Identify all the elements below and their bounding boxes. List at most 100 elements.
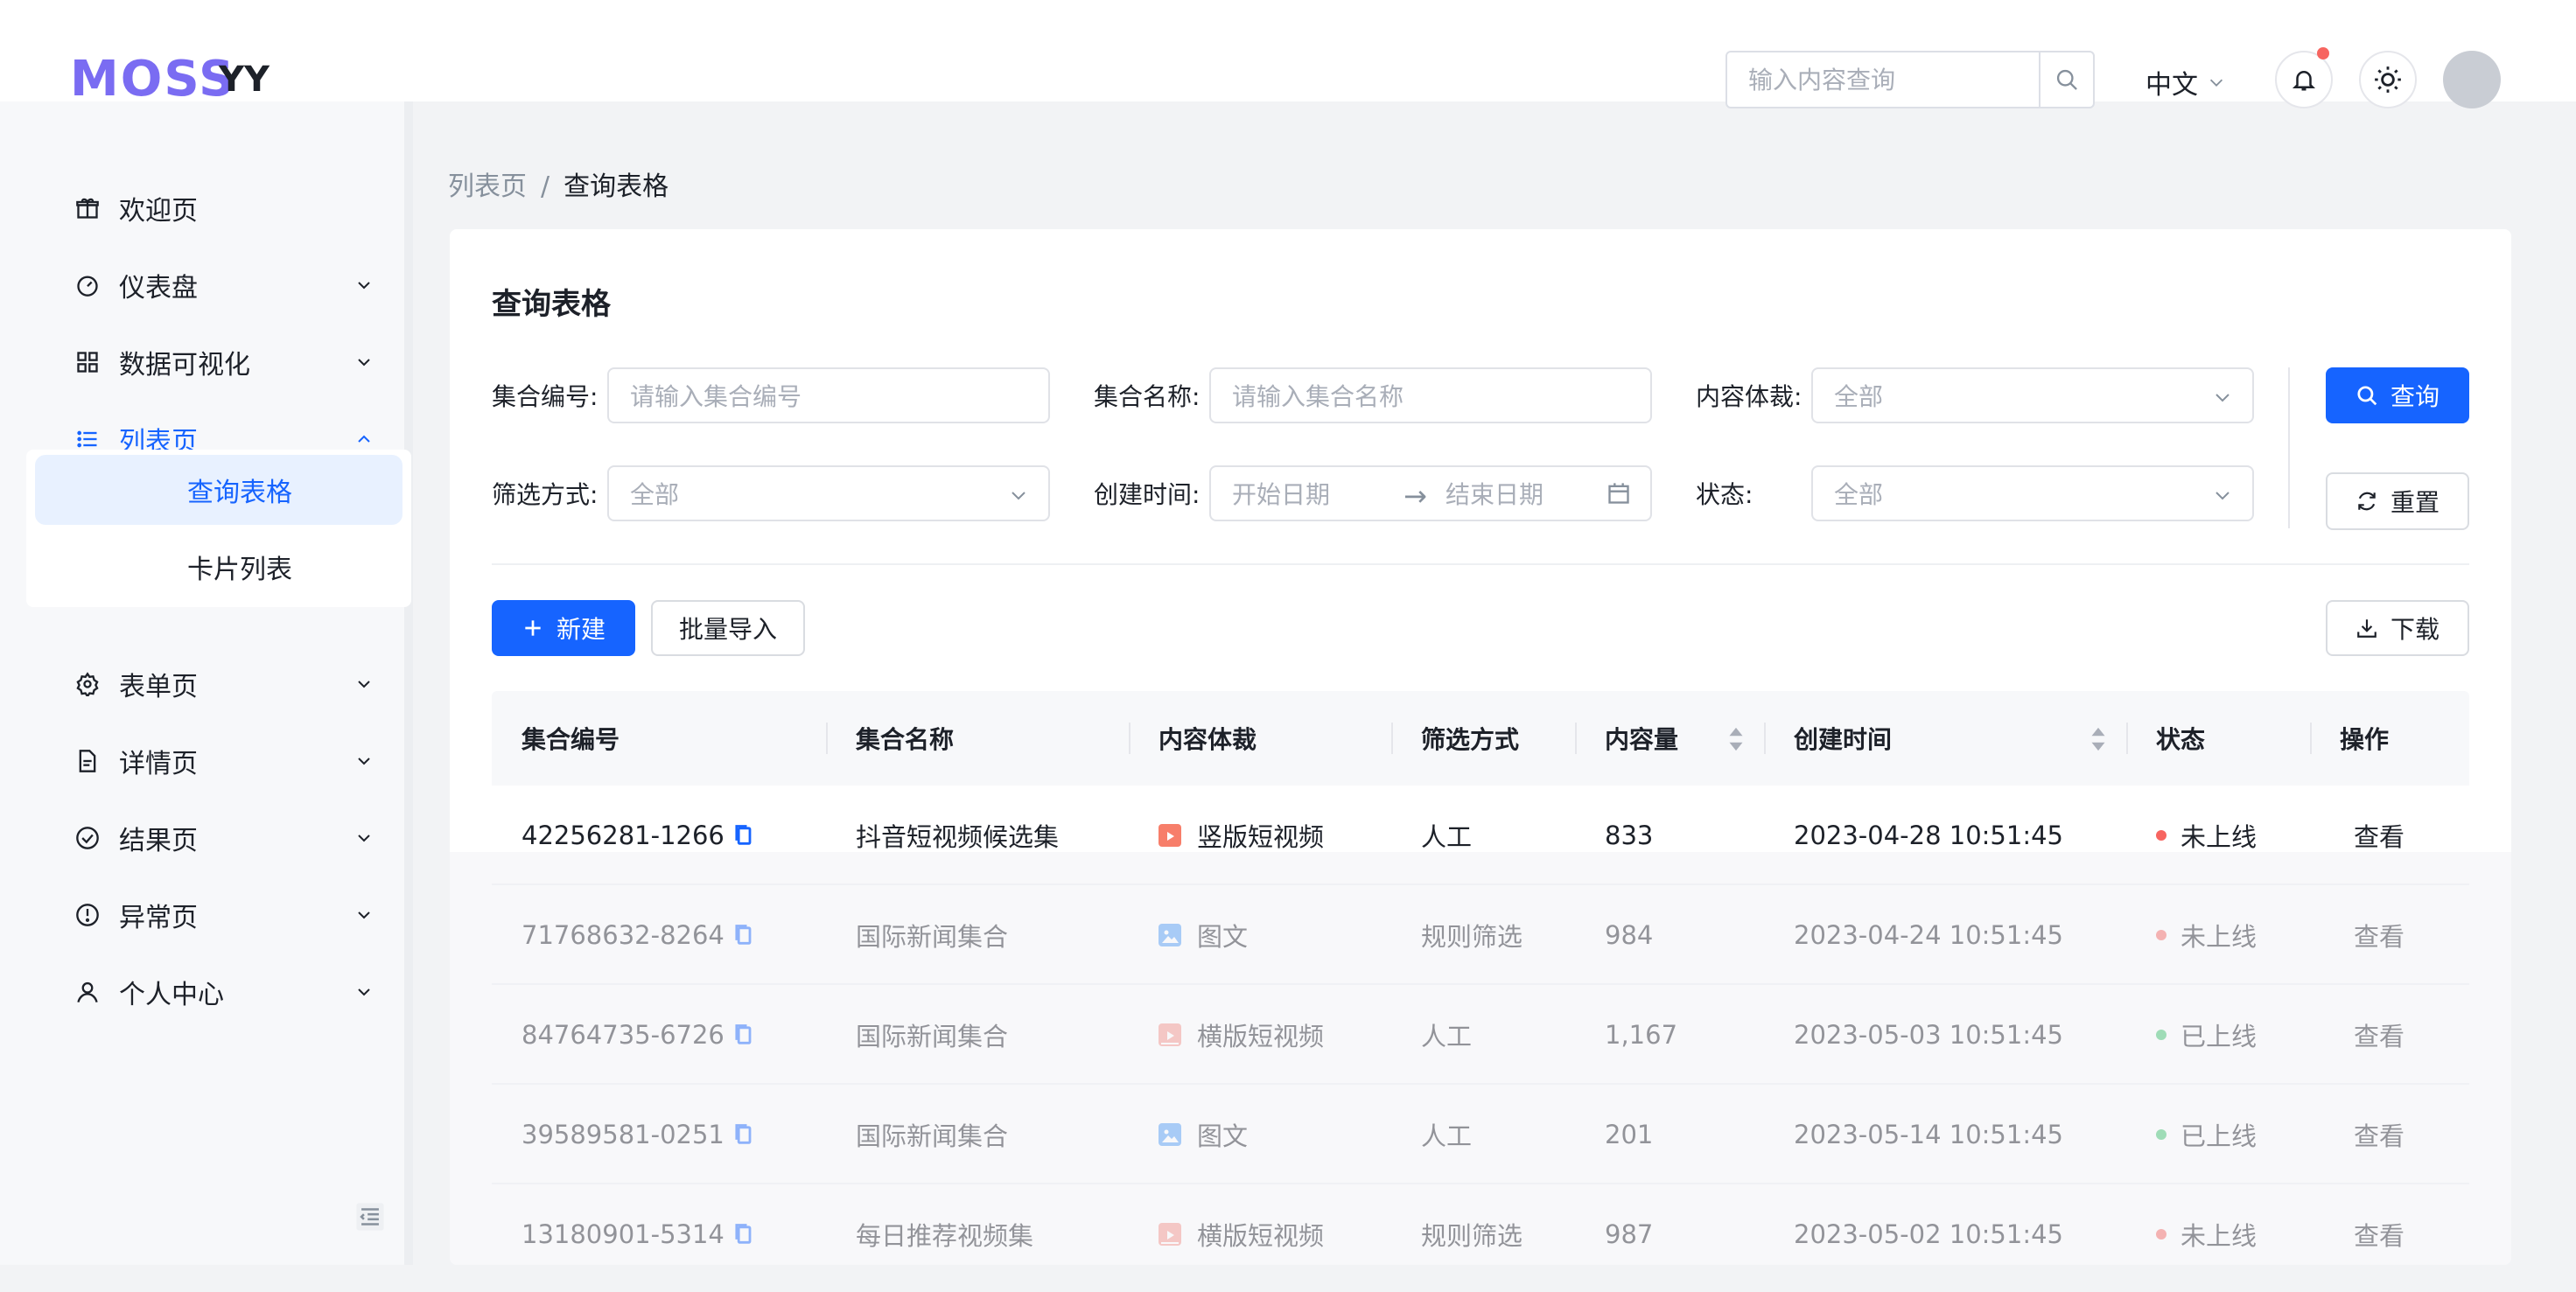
logo[interactable]: MOSS <box>70 51 235 108</box>
download-button-label: 下载 <box>2390 615 2440 644</box>
sidebar-item-visualization[interactable]: 数据可视化 <box>0 327 404 397</box>
cell-name: 国际新闻集合 <box>856 922 1009 952</box>
filter-id-input[interactable]: 请输入集合编号 <box>607 367 1050 423</box>
language-select[interactable]: 中文 <box>2146 63 2226 101</box>
plus-icon <box>525 620 541 636</box>
view-link[interactable]: 查看 <box>2354 786 2404 885</box>
cell-id: 84764735-6726 <box>522 985 754 1085</box>
sidebar-collapse-button[interactable] <box>355 1202 385 1235</box>
copy-icon[interactable] <box>733 1122 754 1147</box>
sidebar-item-detail[interactable]: 详情页 <box>0 726 404 796</box>
column-header-time[interactable]: 创建时间 <box>1794 691 1892 786</box>
section-divider <box>492 563 2469 565</box>
copy-icon[interactable] <box>733 1222 754 1247</box>
filter-status-select[interactable]: 全部 <box>1811 465 2254 521</box>
status-text: 未上线 <box>2180 822 2258 852</box>
global-search-button[interactable] <box>2039 52 2093 107</box>
cell-time: 2023-04-28 10:51:45 <box>1794 821 2063 850</box>
column-separator <box>2126 723 2128 754</box>
new-button[interactable]: 新建 <box>492 600 635 656</box>
sidebar-subitem-query-table[interactable]: 查询表格 <box>35 455 402 525</box>
cell-type: 图文 <box>1158 1085 1248 1184</box>
column-header-method: 筛选方式 <box>1421 725 1520 754</box>
dashboard-icon <box>77 276 98 297</box>
sidebar-item-user-center[interactable]: 个人中心 <box>0 957 404 1027</box>
new-button-label: 新建 <box>556 616 606 643</box>
breadcrumb: 列表页 / 查询表格 <box>448 164 668 203</box>
filter-date-range[interactable]: 开始日期 → 结束日期 <box>1209 465 1652 521</box>
cell-count: 833 <box>1605 821 1654 850</box>
cell-time: 2023-05-03 10:51:45 <box>1794 1020 2063 1050</box>
sort-icon[interactable] <box>2090 726 2107 752</box>
query-button[interactable]: 查询 <box>2326 367 2469 423</box>
exclamation-circle-icon <box>76 904 99 926</box>
filter-name-input[interactable]: 请输入集合名称 <box>1209 367 1652 423</box>
sun-icon <box>2375 66 2401 93</box>
notification-button[interactable] <box>2275 47 2333 108</box>
chevron-down-icon <box>358 681 370 688</box>
sidebar-item-welcome[interactable]: 欢迎页 <box>0 173 404 243</box>
sidebar-item-label: 表单页 <box>119 672 198 702</box>
copy-icon[interactable] <box>733 1023 754 1047</box>
cell-time: 2023-04-24 10:51:45 <box>1794 920 2063 950</box>
theme-toggle-button[interactable] <box>2359 51 2417 108</box>
sidebar-item-exception[interactable]: 异常页 <box>0 880 404 950</box>
chevron-down-icon <box>358 758 370 765</box>
end-date-input[interactable]: 结束日期 <box>1446 476 1544 511</box>
start-date-input[interactable]: 开始日期 <box>1232 476 1330 511</box>
language-label: 中文 <box>2146 70 2198 101</box>
reset-button[interactable]: 重置 <box>2326 472 2469 530</box>
settings-icon <box>76 672 99 696</box>
filter-type-select[interactable]: 全部 <box>1811 367 2254 423</box>
sidebar-item-dashboard[interactable]: 仪表盘 <box>0 250 404 320</box>
cell-id-text: 42256281-1266 <box>522 821 724 850</box>
column-separator <box>1575 723 1577 754</box>
chevron-down-icon <box>2209 79 2223 87</box>
breadcrumb-parent[interactable]: 列表页 <box>448 171 527 202</box>
cell-type-text: 图文 <box>1197 922 1249 952</box>
sidebar-item-form[interactable]: 表单页 <box>0 649 404 719</box>
view-link[interactable]: 查看 <box>2354 985 2404 1085</box>
copy-icon[interactable] <box>733 823 754 848</box>
status-text: 未上线 <box>2180 922 2258 952</box>
column-header-count[interactable]: 内容量 <box>1605 691 1678 786</box>
table-row: 84764735-6726 国际新闻集合 横版短视频 人工 1,167 2023… <box>492 985 2469 1085</box>
download-button[interactable]: 下载 <box>2326 600 2469 656</box>
sidebar-item-label: 详情页 <box>119 749 198 779</box>
sidebar-item-result[interactable]: 结果页 <box>0 803 404 873</box>
query-table-card: 查询表格 集合编号: 请输入集合编号 集合名称: 请输入集合名称 内容体裁: 全… <box>450 229 2511 1284</box>
download-icon <box>2357 619 2376 638</box>
cell-id: 42256281-1266 <box>522 786 754 885</box>
cell-id-text: 84764735-6726 <box>522 1020 724 1050</box>
cell-name: 国际新闻集合 <box>856 1121 1009 1151</box>
cell-method: 人工 <box>1421 1121 1473 1151</box>
status-dot <box>2156 930 2166 940</box>
filter-method-label: 筛选方式: <box>492 480 598 509</box>
batch-import-button[interactable]: 批量导入 <box>651 600 805 656</box>
chevron-down-icon <box>2216 492 2230 500</box>
copy-icon[interactable] <box>733 923 754 947</box>
column-header-status: 状态 <box>2156 725 2206 754</box>
cell-method: 人工 <box>1421 1022 1473 1051</box>
sort-icon[interactable] <box>1727 726 1745 752</box>
chevron-down-icon <box>358 282 370 290</box>
logo-subtitle: YY <box>219 59 270 100</box>
avatar[interactable] <box>2443 51 2501 108</box>
cell-type-text: 横版短视频 <box>1197 1221 1325 1251</box>
filter-method-select[interactable]: 全部 <box>607 465 1050 521</box>
calendar-icon <box>1608 483 1629 504</box>
status-text: 未上线 <box>2180 1221 2258 1251</box>
view-link[interactable]: 查看 <box>2354 1085 2404 1184</box>
file-icon <box>79 750 96 772</box>
filter-status-label: 状态: <box>1696 480 1754 509</box>
cell-type: 图文 <box>1158 885 1248 985</box>
cell-count: 984 <box>1605 920 1654 950</box>
global-search-input[interactable] <box>1727 52 2042 107</box>
view-link[interactable]: 查看 <box>2354 885 2404 985</box>
sidebar-subitem-card-list[interactable]: 卡片列表 <box>35 532 402 602</box>
filter-name-label: 集合名称: <box>1094 382 1200 411</box>
cell-type: 横版短视频 <box>1158 985 1324 1085</box>
chevron-down-icon <box>358 911 370 919</box>
chevron-down-icon <box>358 988 370 996</box>
cell-status: 未上线 <box>2156 885 2257 985</box>
